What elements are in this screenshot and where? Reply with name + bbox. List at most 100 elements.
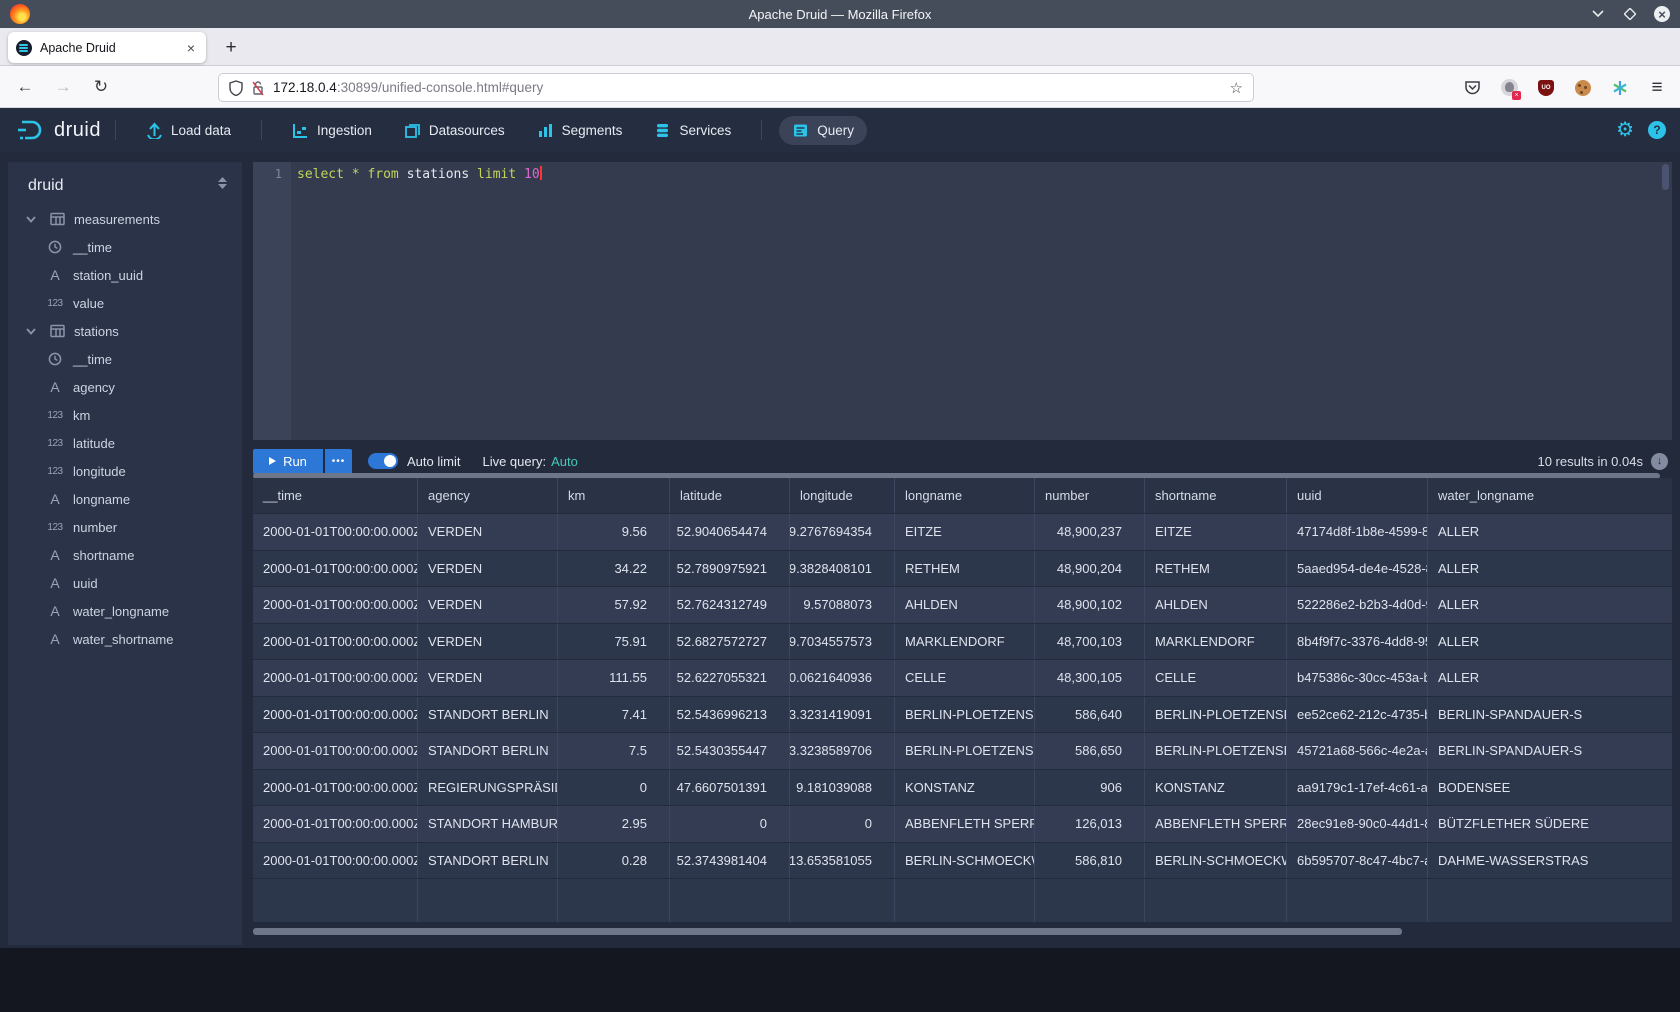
horizontal-scrollbar[interactable] — [253, 928, 1402, 935]
tree-table-measurements[interactable]: measurements — [8, 205, 242, 233]
table-cell[interactable]: b475386c-30cc-453a-b3 — [1287, 660, 1428, 696]
table-cell[interactable]: BERLIN-PLOETZENSEE C — [1145, 697, 1287, 733]
table-cell[interactable]: 48,900,102 — [1035, 587, 1145, 623]
nav-item-query[interactable]: Query — [779, 116, 867, 145]
tab-close-icon[interactable]: × — [184, 40, 198, 56]
table-cell[interactable]: KONSTANZ — [895, 770, 1035, 806]
table-cell[interactable]: EITZE — [895, 514, 1035, 550]
table-cell[interactable]: 0 — [670, 806, 790, 842]
table-cell[interactable]: 2.95 — [558, 806, 670, 842]
table-cell[interactable]: ee52ce62-212c-4735-b4 — [1287, 697, 1428, 733]
nav-item-load-data[interactable]: Load data — [133, 116, 244, 145]
table-cell[interactable]: 13.653581055 — [790, 843, 895, 879]
table-cell[interactable]: 10.0621640936 — [790, 660, 895, 696]
table-cell[interactable]: ALLER — [1428, 624, 1672, 660]
nav-item-segments[interactable]: Segments — [524, 116, 636, 145]
table-cell[interactable]: DAHME-WASSERSTRAS — [1428, 843, 1672, 879]
cookie-icon[interactable] — [1574, 79, 1592, 97]
table-cell[interactable]: 9.56 — [558, 514, 670, 550]
tree-column-uuid[interactable]: Auuid — [8, 569, 242, 597]
table-cell[interactable]: 0 — [790, 806, 895, 842]
tree-column-water_longname[interactable]: Awater_longname — [8, 597, 242, 625]
tree-column-shortname[interactable]: Ashortname — [8, 541, 242, 569]
table-cell[interactable]: AHLDEN — [1145, 587, 1287, 623]
table-cell[interactable]: BERLIN-PLOETZENSEE U — [1145, 733, 1287, 769]
tree-column-longname[interactable]: Alongname — [8, 485, 242, 513]
column-header-agency[interactable]: agency — [418, 478, 558, 513]
table-cell[interactable]: 9.57088073 — [790, 587, 895, 623]
table-cell[interactable]: BERLIN-SPANDAUER-S — [1428, 733, 1672, 769]
bookmark-star-icon[interactable]: ☆ — [1230, 79, 1243, 97]
download-icon[interactable]: ↓ — [1651, 453, 1668, 470]
table-cell[interactable]: 57.92 — [558, 587, 670, 623]
table-cell[interactable]: BÜTZFLETHER SÜDERE — [1428, 806, 1672, 842]
table-cell[interactable]: 52.7890975921 — [670, 551, 790, 587]
help-icon[interactable]: ? — [1648, 121, 1666, 139]
table-cell[interactable]: 111.55 — [558, 660, 670, 696]
url-bar[interactable]: 172.18.0.4:30899/unified-console.html#qu… — [218, 73, 1254, 102]
table-cell[interactable]: 906 — [1035, 770, 1145, 806]
run-button[interactable]: Run — [253, 449, 323, 474]
column-header-longname[interactable]: longname — [895, 478, 1035, 513]
table-cell[interactable]: 9.3828408101 — [790, 551, 895, 587]
table-cell[interactable]: BERLIN-PLOETZENSEE C — [895, 697, 1035, 733]
tree-column-latitude[interactable]: 123latitude — [8, 429, 242, 457]
table-cell[interactable]: AHLDEN — [895, 587, 1035, 623]
table-cell[interactable]: BERLIN-SPANDAUER-S — [1428, 697, 1672, 733]
table-cell[interactable]: 52.6827572727 — [670, 624, 790, 660]
table-cell[interactable]: 52.5430355447 — [670, 733, 790, 769]
tree-column-longitude[interactable]: 123longitude — [8, 457, 242, 485]
table-cell[interactable]: CELLE — [1145, 660, 1287, 696]
tree-column-water_shortname[interactable]: Awater_shortname — [8, 625, 242, 653]
table-cell[interactable]: 13.3238589706 — [790, 733, 895, 769]
table-cell[interactable]: STANDORT HAMBURG — [418, 806, 558, 842]
table-cell[interactable]: EITZE — [1145, 514, 1287, 550]
column-header-__time[interactable]: __time — [253, 478, 418, 513]
tree-column-number[interactable]: 123number — [8, 513, 242, 541]
table-cell[interactable]: ABBENFLETH SPERRWEI — [1145, 806, 1287, 842]
table-cell[interactable]: 48,700,103 — [1035, 624, 1145, 660]
reload-button[interactable]: ↻ — [88, 74, 114, 100]
table-cell[interactable]: 2000-01-01T00:00:00.000Z — [253, 624, 418, 660]
table-cell[interactable]: BERLIN-PLOETZENSEE U — [895, 733, 1035, 769]
table-cell[interactable]: 2000-01-01T00:00:00.000Z — [253, 770, 418, 806]
table-cell[interactable]: VERDEN — [418, 624, 558, 660]
table-cell[interactable]: 126,013 — [1035, 806, 1145, 842]
table-cell[interactable]: ABBENFLETH SPERRWEI — [895, 806, 1035, 842]
column-header-km[interactable]: km — [558, 478, 670, 513]
table-cell[interactable]: 48,900,204 — [1035, 551, 1145, 587]
table-cell[interactable]: 2000-01-01T00:00:00.000Z — [253, 697, 418, 733]
extension-asterisk-icon[interactable] — [1611, 79, 1629, 97]
table-cell[interactable]: ALLER — [1428, 551, 1672, 587]
table-cell[interactable]: 2000-01-01T00:00:00.000Z — [253, 551, 418, 587]
tree-column-value[interactable]: 123value — [8, 289, 242, 317]
table-cell[interactable]: 7.5 — [558, 733, 670, 769]
table-cell[interactable]: 8b4f9f7c-3376-4dd8-95c — [1287, 624, 1428, 660]
table-cell[interactable]: 34.22 — [558, 551, 670, 587]
tree-column-km[interactable]: 123km — [8, 401, 242, 429]
browser-tab[interactable]: Apache Druid × — [8, 32, 206, 63]
table-cell[interactable]: 48,900,237 — [1035, 514, 1145, 550]
pocket-icon[interactable] — [1463, 79, 1481, 97]
table-cell[interactable]: STANDORT BERLIN — [418, 733, 558, 769]
account-mask-icon[interactable]: × — [1500, 79, 1518, 97]
table-cell[interactable]: 7.41 — [558, 697, 670, 733]
table-cell[interactable]: 2000-01-01T00:00:00.000Z — [253, 587, 418, 623]
table-cell[interactable]: MARKLENDORF — [1145, 624, 1287, 660]
table-cell[interactable]: 52.7624312749 — [670, 587, 790, 623]
table-cell[interactable]: 47174d8f-1b8e-4599-8a — [1287, 514, 1428, 550]
table-cell[interactable]: 522286e2-b2b3-4d0d-9a — [1287, 587, 1428, 623]
gear-icon[interactable]: ⚙ — [1616, 120, 1634, 140]
table-cell[interactable]: VERDEN — [418, 514, 558, 550]
table-cell[interactable]: STANDORT BERLIN — [418, 697, 558, 733]
live-query-value[interactable]: Auto — [551, 454, 578, 469]
tree-column-station_uuid[interactable]: Astation_uuid — [8, 261, 242, 289]
table-cell[interactable]: 2000-01-01T00:00:00.000Z — [253, 806, 418, 842]
table-cell[interactable]: 9.181039088 — [790, 770, 895, 806]
table-cell[interactable]: 9.7034557573 — [790, 624, 895, 660]
table-cell[interactable]: 0 — [558, 770, 670, 806]
column-header-number[interactable]: number — [1035, 478, 1145, 513]
schema-name[interactable]: druid — [28, 177, 64, 195]
table-cell[interactable]: ALLER — [1428, 514, 1672, 550]
tree-table-stations[interactable]: stations — [8, 317, 242, 345]
